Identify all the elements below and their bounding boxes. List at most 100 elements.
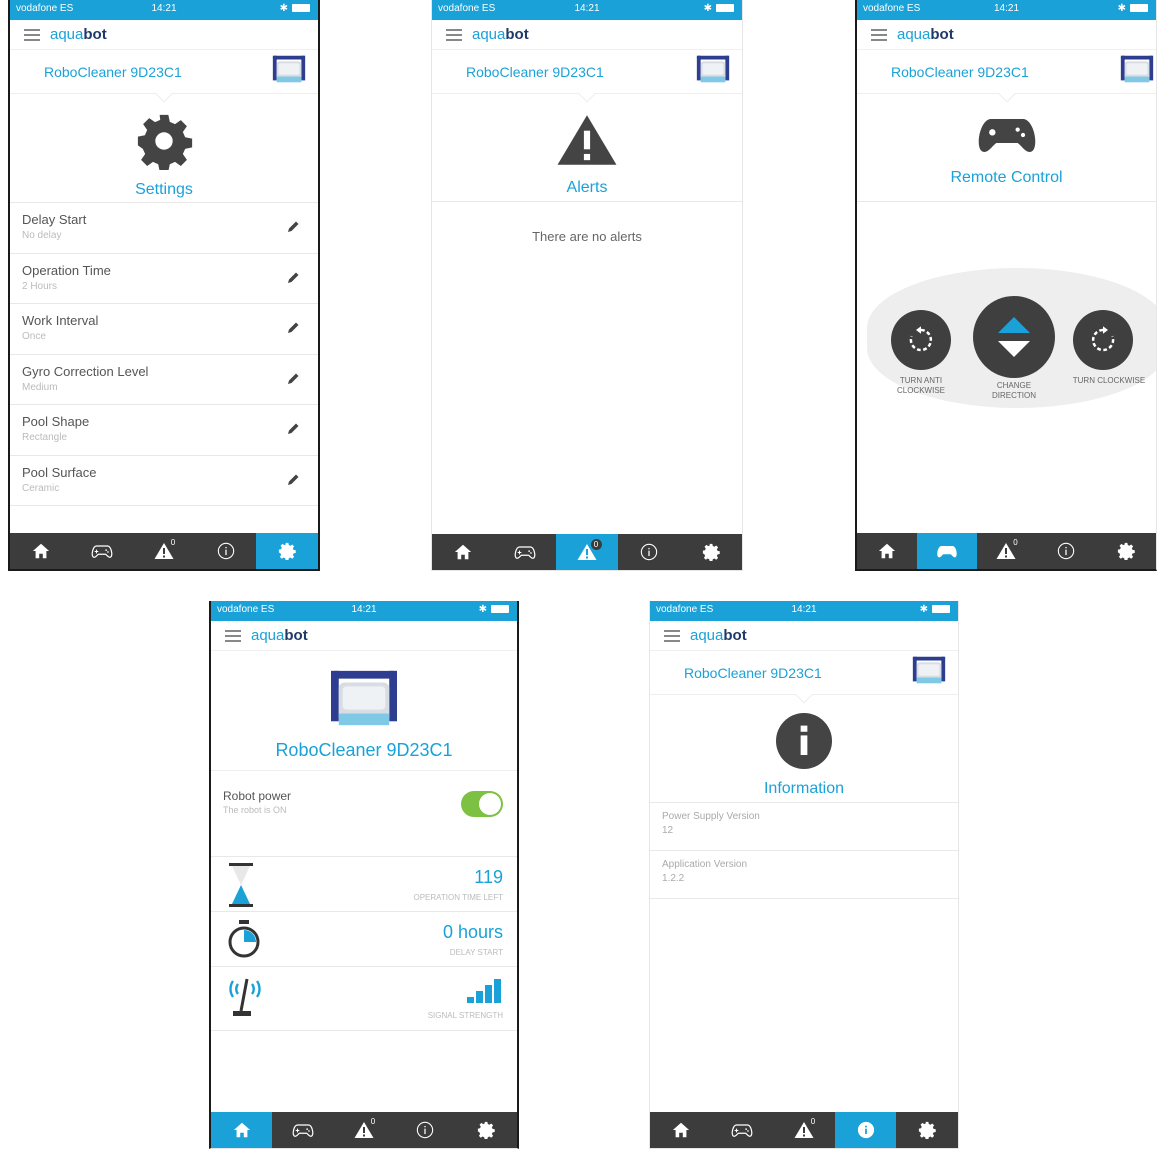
edit-icon[interactable] (286, 372, 300, 386)
edit-icon[interactable] (286, 271, 300, 285)
info-value: 12 (662, 825, 674, 836)
menu-icon[interactable] (664, 630, 680, 642)
warning-icon (557, 115, 617, 165)
rotate-right-icon (1091, 326, 1115, 352)
delay-start-caption: DELAY START (449, 948, 503, 957)
signal-bar (476, 991, 483, 1003)
tab-info[interactable] (395, 1112, 456, 1148)
tab-home[interactable] (432, 534, 494, 570)
bottom-nav: 0 (432, 534, 742, 570)
edit-icon[interactable] (286, 422, 300, 436)
gear-icon (702, 543, 720, 561)
setting-value: No delay (22, 230, 62, 241)
status-bar: vodafone ES 14:21 ✱ (211, 601, 517, 621)
home-screen: vodafone ES 14:21 ✱ aquabot RoboCleaner … (209, 601, 519, 1149)
info-icon (640, 543, 658, 561)
setting-operation-time[interactable]: Operation Time 2 Hours (10, 254, 318, 304)
tab-info[interactable] (1036, 533, 1096, 569)
tab-remote[interactable] (712, 1112, 774, 1148)
signal-bars-icon (467, 979, 501, 1003)
app-logo: aquabot (50, 26, 107, 43)
home-icon (672, 1121, 690, 1139)
settings-hero: Settings (10, 94, 318, 202)
tab-settings[interactable] (896, 1112, 958, 1148)
robot-power-label: Robot power (223, 789, 292, 803)
app-bar: aquabot (650, 621, 958, 651)
tab-remote[interactable] (494, 534, 556, 570)
tab-settings[interactable] (456, 1112, 517, 1148)
setting-delay-start[interactable]: Delay Start No delay (10, 203, 318, 254)
alerts-hero: Alerts (432, 94, 742, 202)
gear-icon (918, 1121, 936, 1139)
edit-icon[interactable] (286, 220, 300, 234)
alerts-badge: 0 (590, 539, 602, 550)
robot-icon (1118, 52, 1156, 86)
tab-settings[interactable] (680, 534, 742, 570)
bottom-nav: 0 (857, 533, 1156, 569)
tab-alerts[interactable]: 0 (133, 533, 195, 569)
menu-icon[interactable] (871, 29, 887, 41)
edit-icon[interactable] (286, 473, 300, 487)
tab-alerts[interactable]: 0 (333, 1112, 394, 1148)
robot-icon (694, 52, 732, 86)
menu-icon[interactable] (225, 630, 241, 642)
info-icon (776, 713, 832, 769)
tab-settings[interactable] (256, 533, 318, 569)
turn-anticlockwise-label: TURN ANTI CLOCKWISE (896, 376, 945, 395)
tab-home[interactable] (650, 1112, 712, 1148)
edit-icon[interactable] (286, 321, 300, 335)
status-bar: vodafone ES 14:21 ✱ (10, 0, 318, 20)
battery-icon: ✱ (920, 604, 950, 615)
tab-info[interactable] (618, 534, 680, 570)
page-title: Information (763, 780, 845, 797)
info-icon (1057, 542, 1075, 560)
battery-icon: ✱ (1118, 3, 1148, 14)
menu-icon[interactable] (446, 29, 462, 41)
tab-home[interactable] (10, 533, 72, 569)
setting-gyro-correction[interactable]: Gyro Correction Level Medium (10, 355, 318, 405)
tab-home[interactable] (857, 533, 917, 569)
operation-time-value: 119 (474, 867, 503, 887)
tab-remote[interactable] (72, 533, 134, 569)
page-title: Alerts (566, 179, 608, 196)
up-down-arrows-icon (998, 317, 1030, 357)
tab-info[interactable] (834, 1112, 897, 1148)
settings-screen: vodafone ES 14:21 ✱ aquabot RoboCleaner … (8, 0, 320, 571)
settings-list: Delay Start No delay Operation Time 2 Ho… (10, 202, 318, 506)
robot-power-toggle[interactable] (461, 791, 503, 817)
delay-start-value: 0 hours (442, 922, 503, 942)
bottom-nav: 0 (10, 533, 318, 569)
turn-clockwise-label: TURN CLOCKWISE (1072, 376, 1146, 385)
hourglass-icon (229, 863, 253, 907)
tab-info[interactable] (195, 533, 257, 569)
tab-remote[interactable] (916, 533, 977, 569)
clock: 14:21 (351, 604, 377, 615)
tab-alerts[interactable]: 0 (773, 1112, 835, 1148)
menu-icon[interactable] (24, 29, 40, 41)
setting-work-interval[interactable]: Work Interval Once (10, 304, 318, 355)
information-screen: vodafone ES 14:21 ✱ aquabot RoboCleaner … (649, 601, 959, 1149)
setting-pool-shape[interactable]: Pool Shape Rectangle (10, 405, 318, 456)
tab-home[interactable] (211, 1112, 273, 1148)
change-direction-button[interactable] (973, 296, 1055, 378)
setting-pool-surface[interactable]: Pool Surface Ceramic (10, 456, 318, 506)
tab-alerts[interactable]: 0 (556, 534, 618, 570)
device-name: RoboCleaner 9D23C1 (466, 64, 604, 80)
empty-alerts-message: There are no alerts (532, 229, 642, 244)
turn-anticlockwise-button[interactable] (891, 310, 951, 370)
app-logo: aquabot (690, 627, 747, 644)
remote-control-screen: vodafone ES 14:21 ✱ aquabot RoboCleaner … (855, 0, 1157, 571)
setting-label: Pool Shape (22, 414, 90, 429)
tab-alerts[interactable]: 0 (977, 533, 1037, 569)
alerts-badge: 0 (370, 1117, 376, 1126)
alerts-badge: 0 (170, 538, 176, 547)
app-logo: aquabot (251, 627, 308, 644)
info-label: Application Version (662, 859, 748, 870)
device-name: RoboCleaner 9D23C1 (684, 665, 822, 681)
turn-clockwise-button[interactable] (1073, 310, 1133, 370)
device-name: RoboCleaner 9D23C1 (891, 64, 1029, 80)
battery-icon: ✱ (479, 604, 509, 615)
tab-remote[interactable] (272, 1112, 333, 1148)
setting-label: Pool Surface (22, 464, 97, 480)
tab-settings[interactable] (1096, 533, 1156, 569)
